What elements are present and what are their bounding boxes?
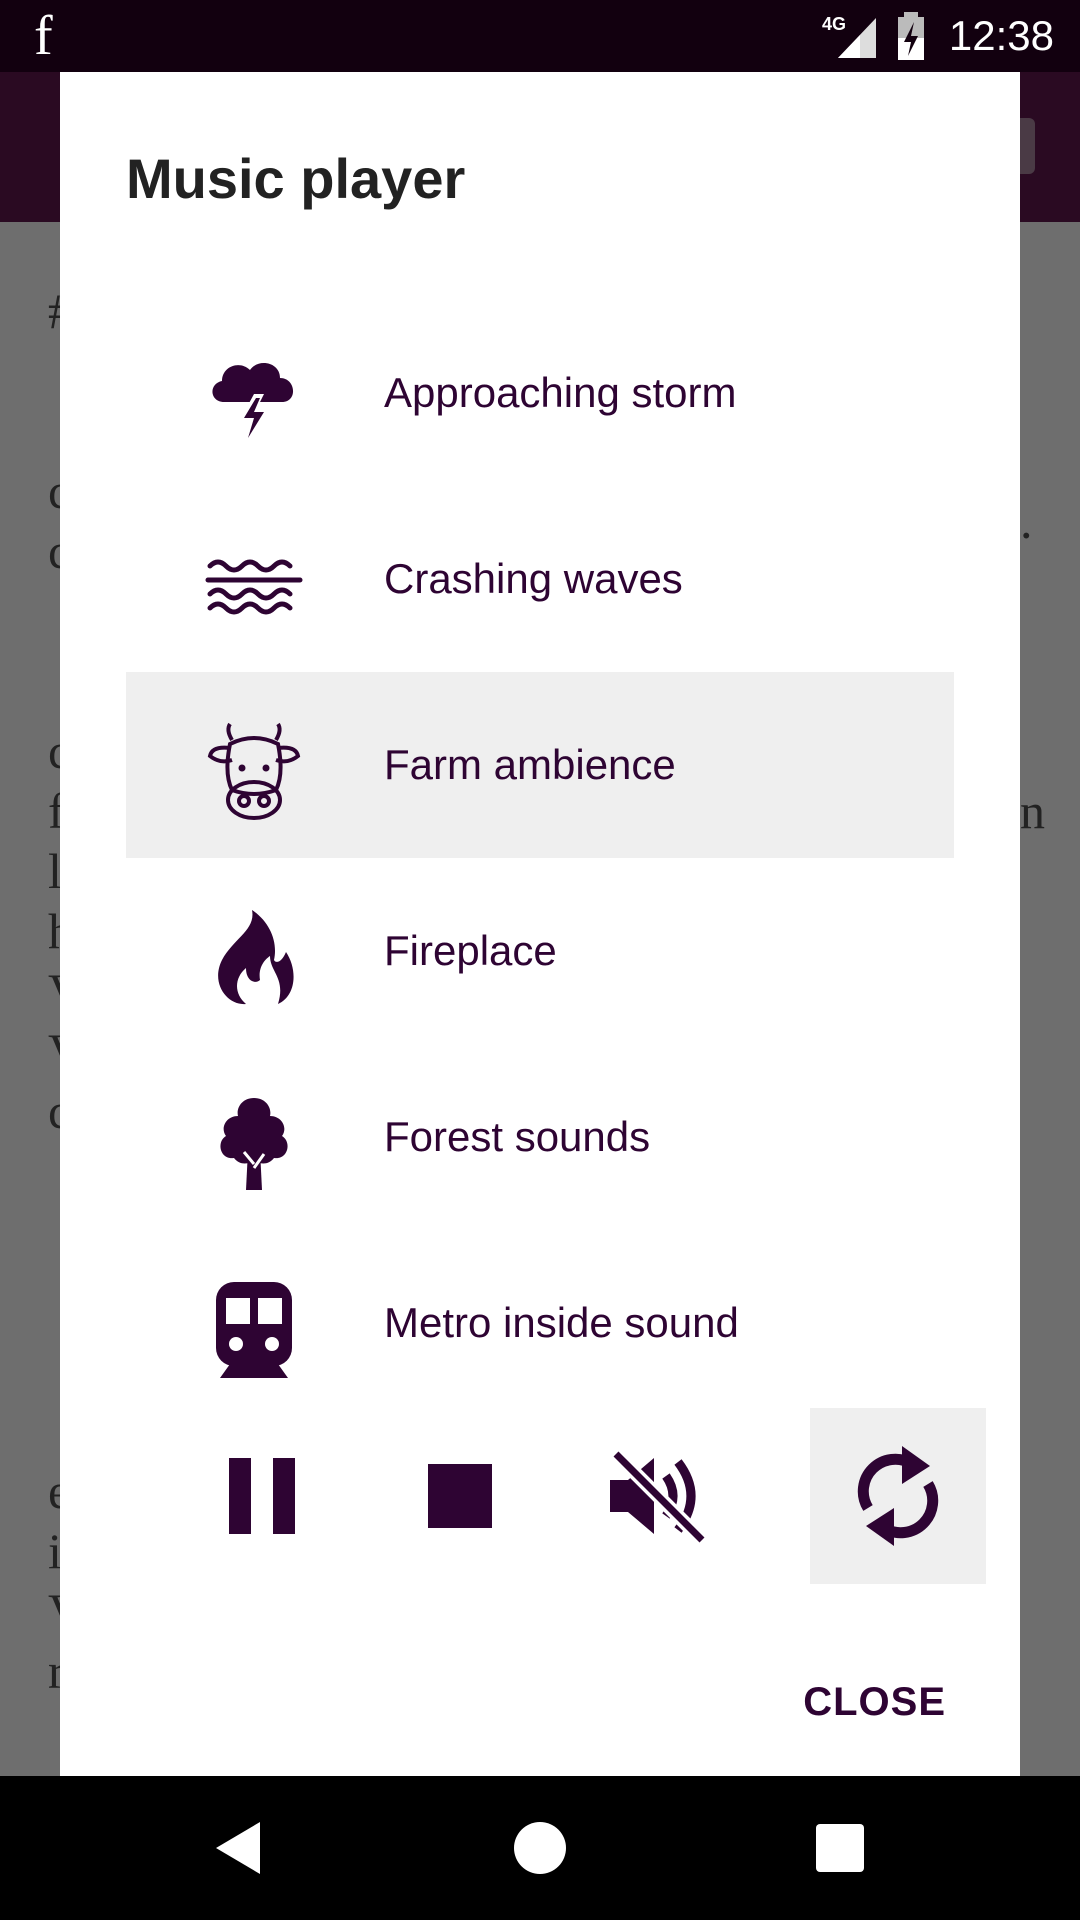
dialog-title: Music player bbox=[126, 147, 466, 210]
volume-mute-icon bbox=[610, 1449, 707, 1545]
sound-list: Approaching storm Crashing waves Farm am… bbox=[126, 300, 954, 1416]
waves-icon bbox=[205, 559, 303, 615]
mute-button[interactable] bbox=[570, 1408, 746, 1584]
back-icon[interactable] bbox=[208, 1816, 272, 1880]
cow-icon bbox=[207, 722, 301, 820]
repeat-button[interactable] bbox=[810, 1408, 986, 1584]
sound-item-label: Fireplace bbox=[384, 927, 557, 974]
metro-train-icon bbox=[216, 1282, 292, 1378]
sound-item-label: Forest sounds bbox=[384, 1113, 651, 1160]
stop-button[interactable] bbox=[372, 1408, 548, 1584]
signal-4g-icon: 4G bbox=[822, 14, 876, 58]
sound-item-label: Metro inside sound bbox=[384, 1299, 739, 1346]
navigation-bar bbox=[0, 1776, 1080, 1920]
sound-item-crashing-waves[interactable]: Crashing waves bbox=[126, 486, 954, 672]
playback-controls bbox=[174, 1408, 990, 1584]
sound-item-label: Approaching storm bbox=[384, 369, 737, 416]
sound-item-label: Farm ambience bbox=[384, 741, 676, 788]
recents-icon[interactable] bbox=[808, 1816, 872, 1880]
home-icon[interactable] bbox=[508, 1816, 572, 1880]
pause-icon bbox=[229, 1458, 295, 1534]
sound-item-forest-sounds[interactable]: Forest sounds bbox=[126, 1044, 954, 1230]
storm-cloud-icon bbox=[212, 363, 294, 444]
sound-item-farm-ambience[interactable]: Farm ambience bbox=[126, 672, 954, 858]
sound-item-metro-inside-sound[interactable]: Metro inside sound bbox=[126, 1230, 954, 1416]
svg-text:4G: 4G bbox=[822, 14, 846, 34]
status-bar: f 4G 12:38 bbox=[0, 0, 1080, 72]
sound-item-approaching-storm[interactable]: Approaching storm bbox=[126, 300, 954, 486]
stop-icon bbox=[428, 1464, 492, 1528]
sound-item-fireplace[interactable]: Fireplace bbox=[126, 858, 954, 1044]
fire-icon bbox=[218, 910, 294, 1005]
tree-icon bbox=[220, 1098, 288, 1190]
repeat-icon bbox=[857, 1446, 939, 1546]
music-player-dialog: Music player Approaching storm Crashing … bbox=[60, 72, 1020, 1776]
pause-button[interactable] bbox=[174, 1408, 350, 1584]
sound-item-label: Crashing waves bbox=[384, 555, 683, 602]
battery-charging-icon bbox=[898, 12, 924, 60]
app-notification-icon: f bbox=[34, 5, 53, 67]
clock: 12:38 bbox=[948, 12, 1054, 59]
close-button[interactable]: CLOSE bbox=[795, 1672, 954, 1733]
